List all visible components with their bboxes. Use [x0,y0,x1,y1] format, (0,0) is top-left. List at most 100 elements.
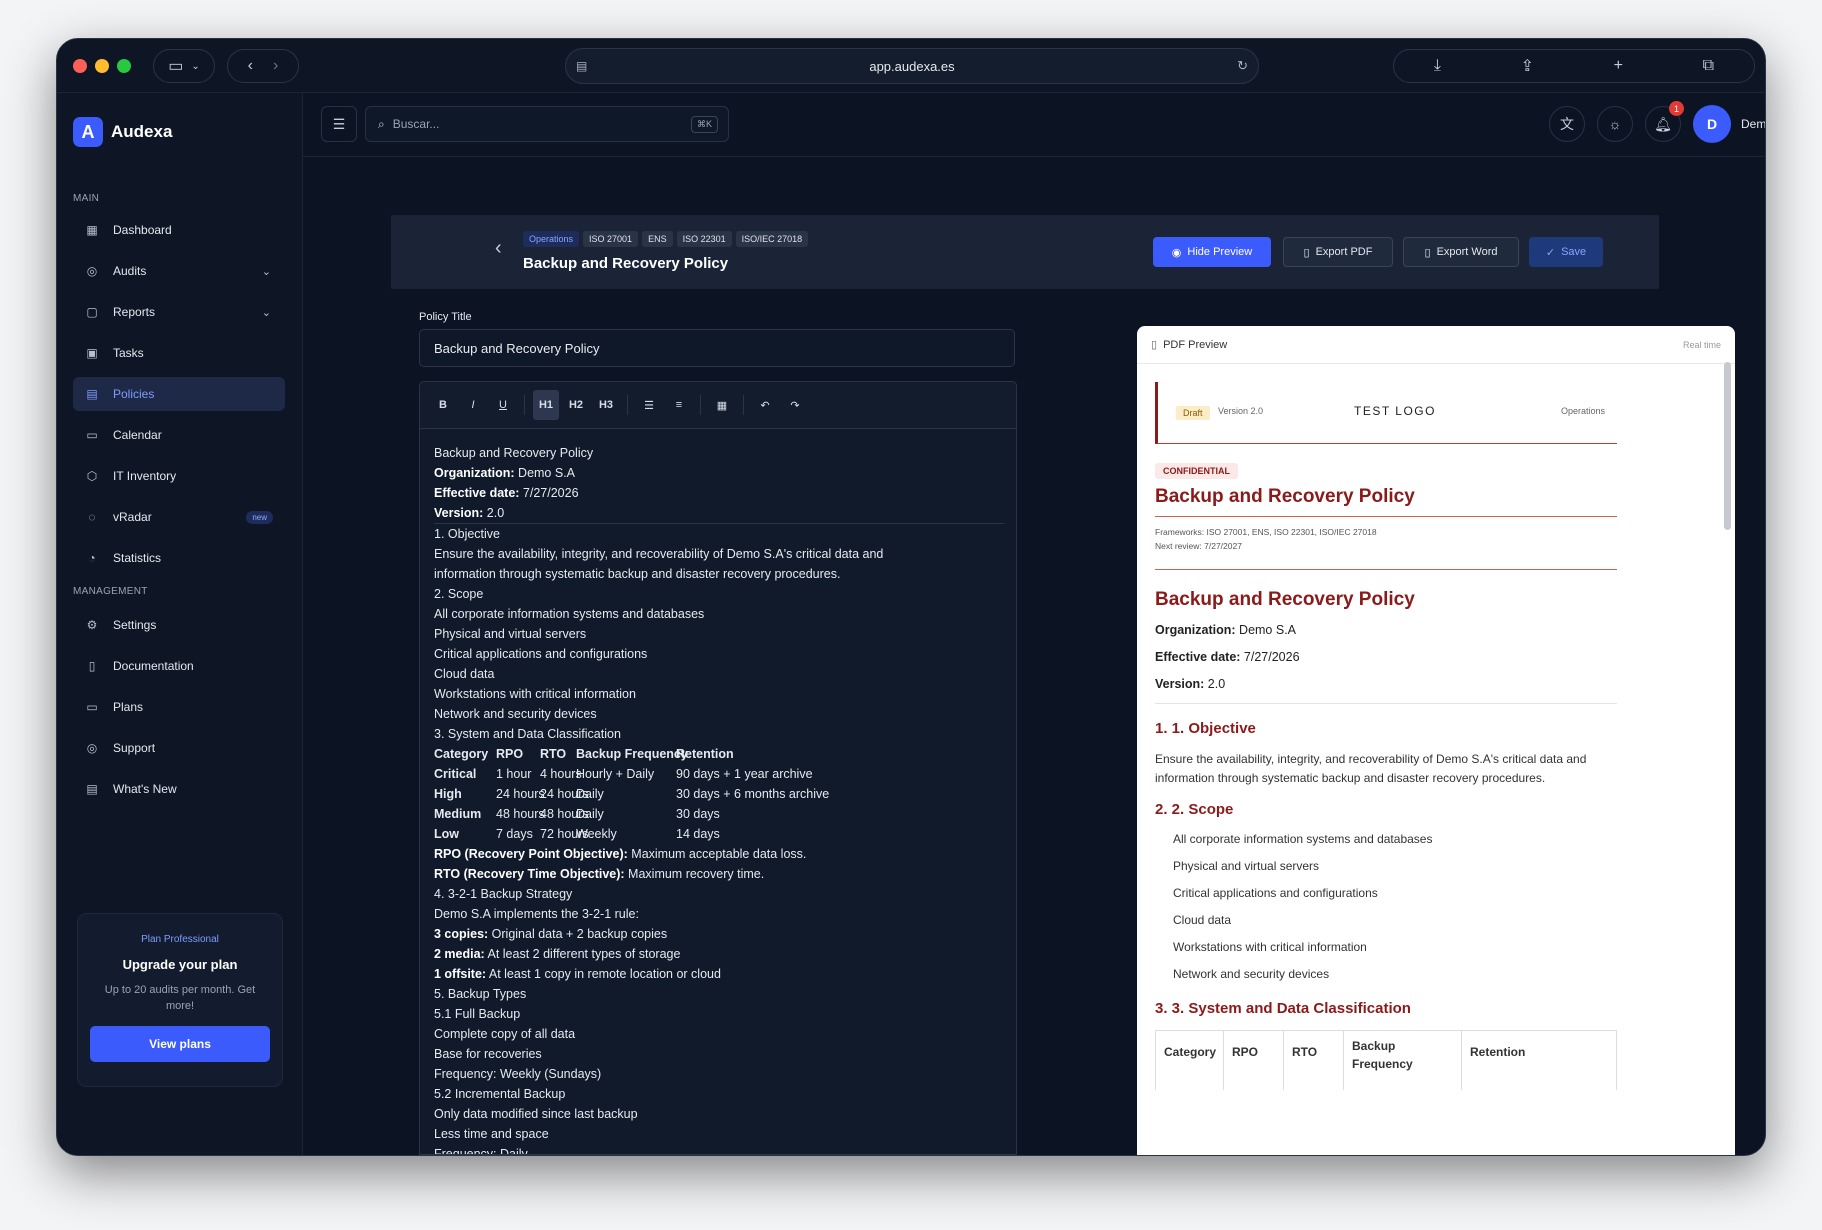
save-button[interactable]: ✓ Save [1529,237,1603,267]
sidebar-toggle-button[interactable]: ▭ ⌄ [153,49,215,83]
download-icon[interactable]: ⤓ [1434,57,1441,75]
table-cell: 14 days [676,827,720,841]
sun-icon: ☼ [1608,116,1622,132]
editor-body-lines: 1. Objective Ensure the availability, int… [434,524,1004,744]
language-button[interactable]: 文 [1549,106,1585,142]
version-label: Version 2.0 [1218,406,1264,416]
search-input[interactable]: ⌕ Buscar... ⌘K [365,106,729,142]
document-icon: ▤ [86,387,98,401]
sidebar-item-label: What's New [113,782,177,796]
editor-text: At least 1 copy in remote location or cl… [486,967,721,981]
framework-tags: Operations ISO 27001 ENS ISO 22301 ISO/IEC 2… [523,229,812,247]
org-value: Demo S.A [1235,623,1296,637]
org-line: Organization: Demo S.A [1155,623,1296,637]
editor-line: 3. System and Data Classification [434,724,1004,744]
user-menu[interactable]: D Demo ⌄ [1693,105,1765,143]
underline-button[interactable]: U [490,390,516,420]
sidebar-item-tasks[interactable]: ▣ Tasks [73,336,285,370]
export-pdf-button[interactable]: ▯ Export PDF [1283,237,1393,267]
table-cell: RTO [540,747,567,761]
editor-line: RTO (Recovery Time Objective): Maximum r… [434,864,1004,884]
editor-text: 5.1 Full Backup [434,1007,521,1021]
sidebar-item-it-inventory[interactable]: ⬡ IT Inventory [73,459,285,493]
sidebar-item-reports[interactable]: ▢ Reports ⌄ [73,295,285,329]
chevron-down-icon: ⌄ [261,265,271,278]
share-icon[interactable]: ⇪ [1521,56,1534,76]
editor-text: Physical and virtual servers [434,627,587,641]
italic-button[interactable]: I [460,390,486,420]
tag-framework: ISO 22301 [676,231,732,247]
brand-logo[interactable]: A Audexa [73,117,172,147]
gear-icon: ⚙ [86,618,98,632]
table-cell: 24 hours [496,787,545,801]
back-icon[interactable]: ‹ [248,57,253,75]
preview-document: Draft Version 2.0 TEST LOGO Operations C… [1137,364,1721,1155]
bullet-list-icon[interactable]: ☰ [636,390,662,420]
close-window-button[interactable] [73,59,87,73]
frameworks-line: Frameworks: ISO 27001, ENS, ISO 22301, I… [1155,527,1377,537]
table-icon[interactable]: ▦ [709,390,735,420]
bold-button[interactable]: B [430,390,456,420]
policy-editor[interactable]: Backup and Recovery Policy Organization: … [419,429,1017,1155]
sidebar-item-calendar[interactable]: ▭ Calendar [73,418,285,452]
sidebar-item-vradar[interactable]: ◌ vRadar new [73,500,285,534]
view-plans-button[interactable]: View plans [90,1026,270,1062]
sidebar-item-settings[interactable]: ⚙ Settings [73,608,285,642]
reload-icon[interactable]: ↻ [1237,58,1248,74]
sidebar-item-label: Calendar [113,428,162,442]
editor-header-lines: Backup and Recovery Policy Organization: … [434,443,1004,523]
tabs-overview-icon[interactable]: ⧉ [1703,57,1714,75]
theme-toggle-button[interactable]: ☼ [1597,106,1633,142]
back-arrow-icon[interactable]: ‹ [495,237,502,260]
editor-line: Network and security devices [434,704,1004,724]
redo-icon[interactable]: ↷ [782,390,808,420]
editor-line: All corporate information systems and da… [434,604,1004,624]
sidebar-item-label: Dashboard [113,223,172,237]
numbered-list-icon[interactable]: ≡ [666,390,692,420]
sidebar-item-dashboard[interactable]: ▦ Dashboard [73,213,285,247]
table-cell: RPO [496,747,524,761]
table-cell: 48 hours [496,807,545,821]
save-label: Save [1561,246,1587,258]
page-settings-icon[interactable]: ▤ [576,59,587,73]
editor-text: 7/27/2026 [519,486,579,500]
editor-line: Frequency: Weekly (Sundays) [434,1064,1004,1084]
letterhead: Draft Version 2.0 TEST LOGO Operations [1155,382,1617,444]
sidebar-item-audits[interactable]: ◎ Audits ⌄ [73,254,285,288]
card-icon: ▭ [86,700,98,714]
notifications-button[interactable]: 🔔︎ 1 [1645,101,1684,142]
minimize-window-button[interactable] [95,59,109,73]
sidebar-item-statistics[interactable]: ◔ Statistics [73,541,285,575]
export-word-button[interactable]: ▯ Export Word [1403,237,1519,267]
file-icon: ▯ [1303,246,1310,259]
editor-line: Frequency: Daily [434,1144,1004,1154]
table-header-cell: Category [1156,1031,1224,1090]
heading1-button[interactable]: H1 [533,390,559,420]
undo-icon[interactable]: ↶ [752,390,778,420]
editor-text: 4. 3-2-1 Backup Strategy [434,887,573,901]
menu-toggle-button[interactable]: ☰ [321,106,357,142]
section-management-label: MANAGEMENT [73,586,148,597]
heading2-button[interactable]: H2 [563,390,589,420]
preview-scrollbar-thumb[interactable] [1724,362,1731,530]
new-badge: new [246,510,273,524]
editor-text: Frequency: Weekly (Sundays) [434,1067,602,1081]
sidebar-item-whats-new[interactable]: ▤ What's New [73,772,285,806]
new-tab-icon[interactable]: + [1614,57,1623,75]
radar-icon: ◌ [88,510,96,524]
scope-item: All corporate information systems and da… [1173,832,1433,846]
policy-title-input[interactable]: Backup and Recovery Policy [419,329,1015,367]
sidebar-item-plans[interactable]: ▭ Plans [73,690,285,724]
sidebar-item-support[interactable]: ◎ Support [73,731,285,765]
zoom-window-button[interactable] [117,59,131,73]
address-bar[interactable]: ▤ app.audexa.es ↻ [565,48,1259,84]
sidebar-item-policies[interactable]: ▤ Policies [73,377,285,411]
heading3-button[interactable]: H3 [593,390,619,420]
editor-text: Critical applications and configurations [434,647,648,661]
scope-item: Network and security devices [1173,967,1330,981]
sidebar-item-documentation[interactable]: ▯ Documentation [73,649,285,683]
table-cell: Retention [676,747,734,761]
forward-icon[interactable]: › [273,57,278,75]
hide-preview-button[interactable]: ◉ Hide Preview [1153,237,1271,267]
test-logo: TEST LOGO [1354,404,1436,418]
